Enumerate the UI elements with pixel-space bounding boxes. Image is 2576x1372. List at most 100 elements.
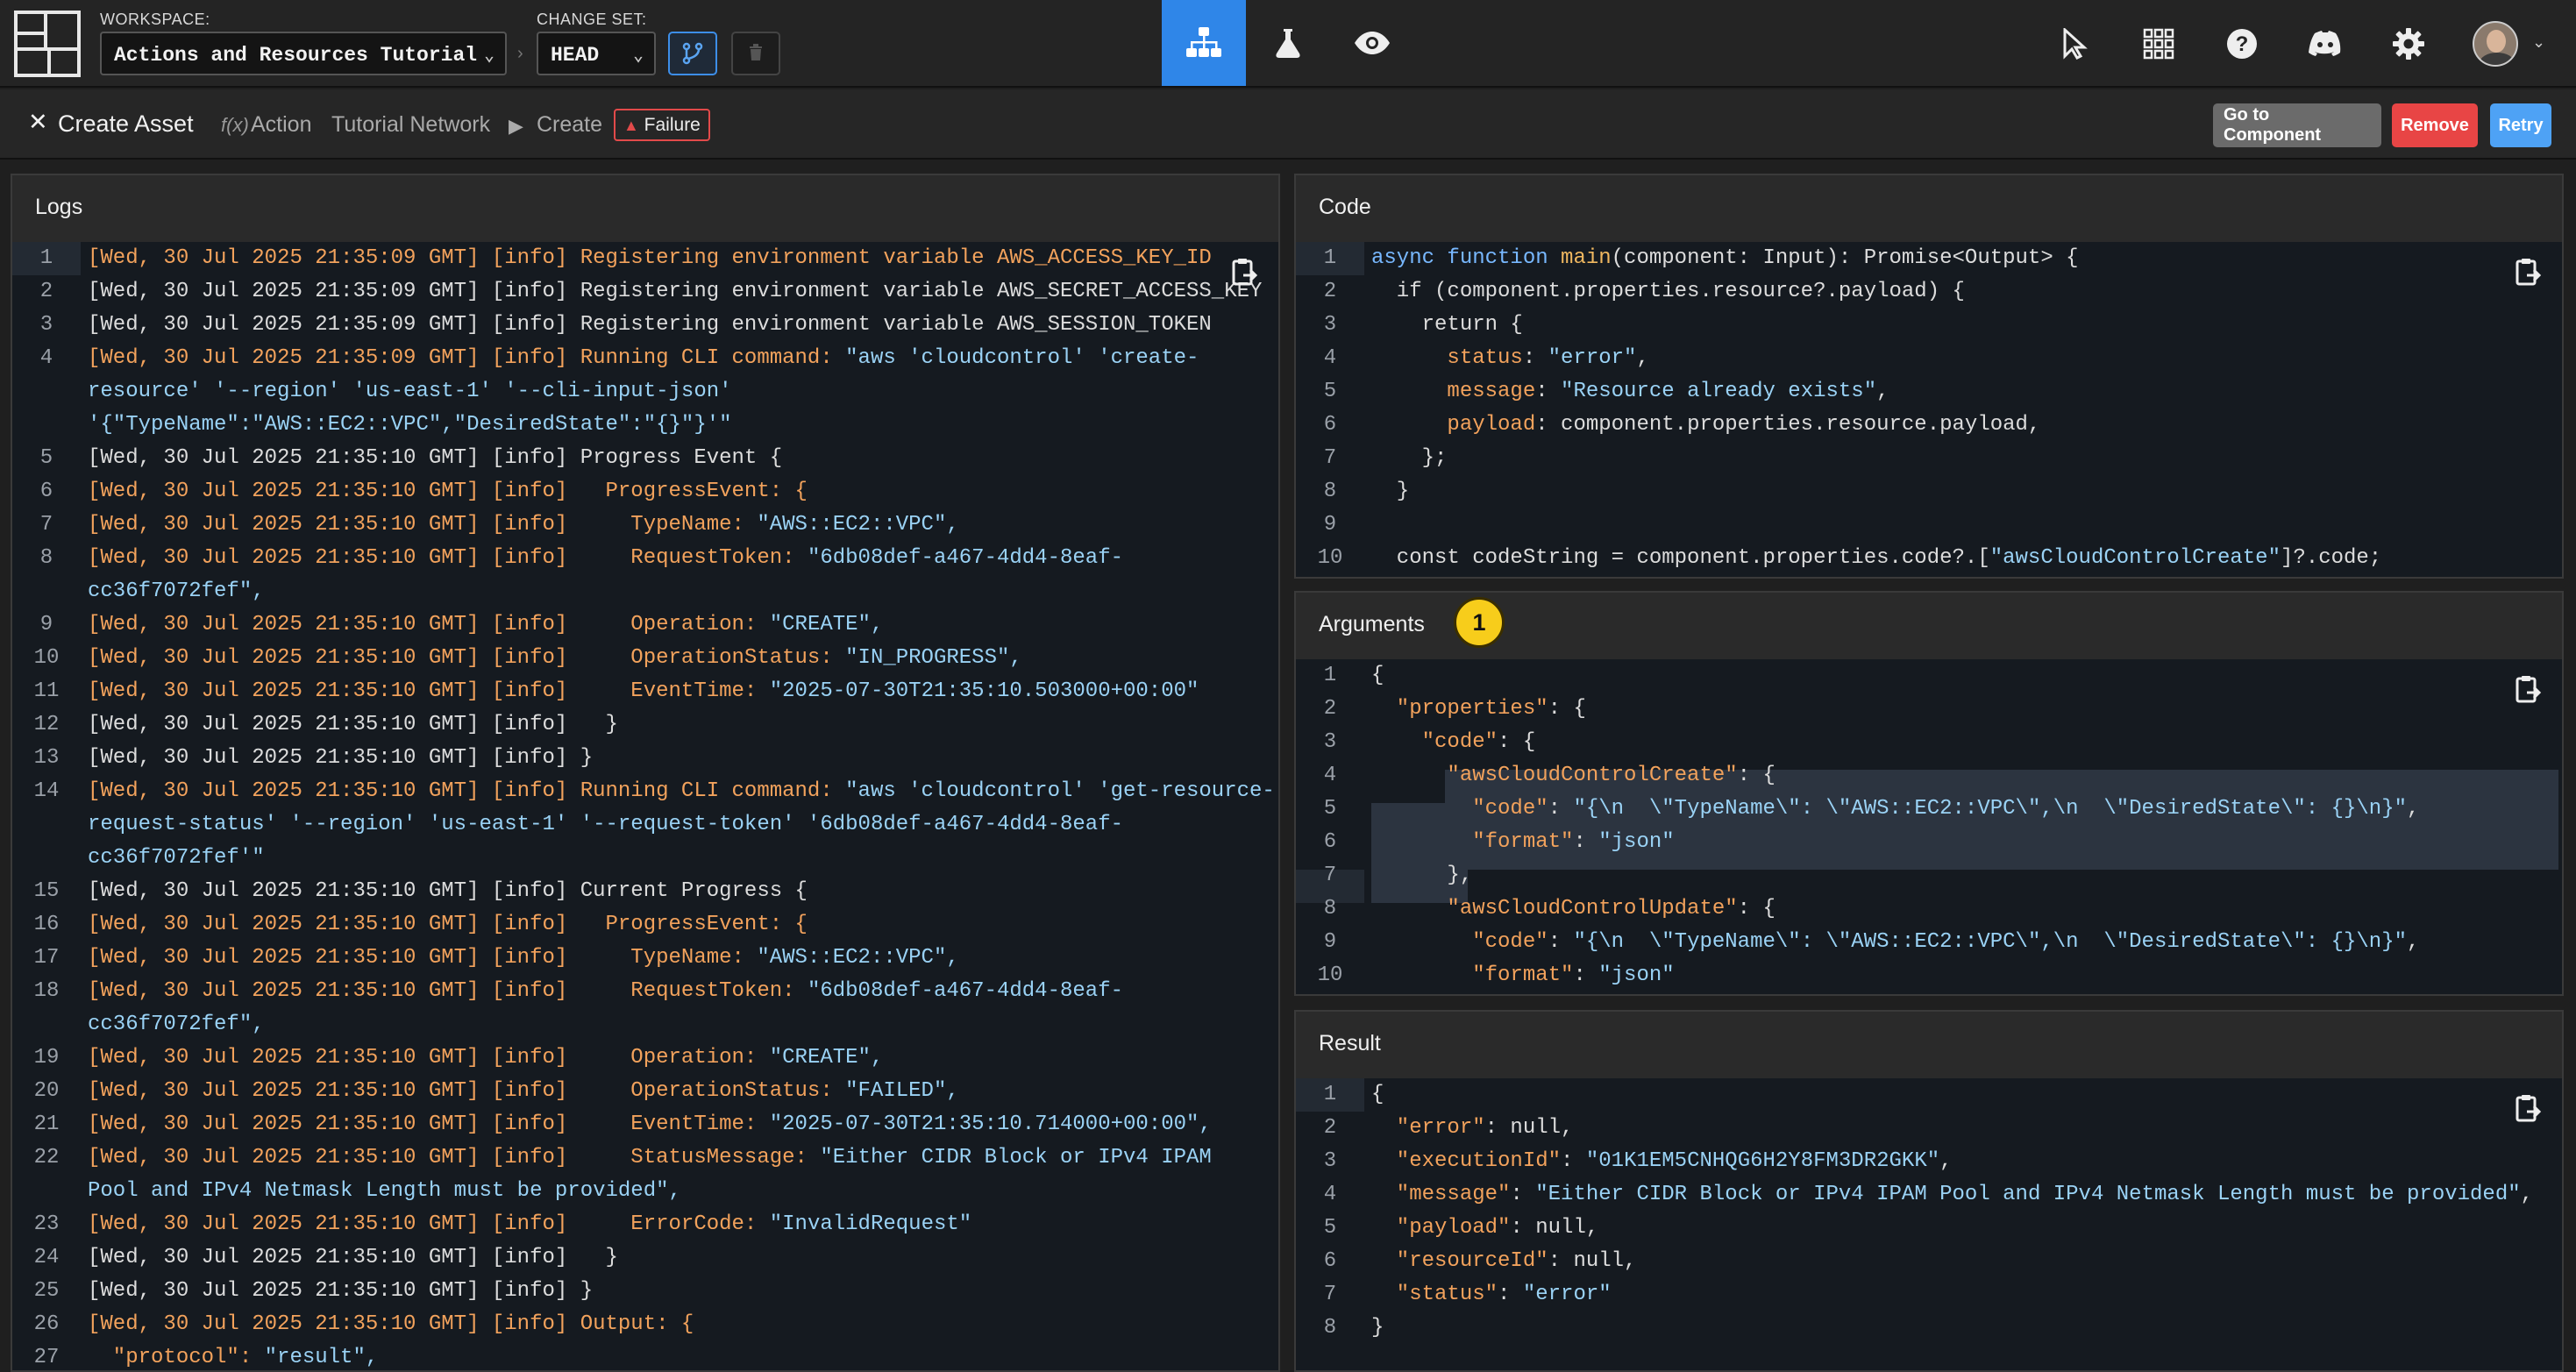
function-icon: f(x) xyxy=(221,114,249,136)
code-line: [Wed, 30 Jul 2025 21:35:10 GMT] [info] O… xyxy=(88,1308,694,1341)
go-to-component-button[interactable]: Go to Component xyxy=(2213,103,2381,147)
clipboard-icon[interactable] xyxy=(2511,673,2544,707)
code-token: resource' '--region' 'us-east-1' '--cli-… xyxy=(88,380,732,403)
workspace-select[interactable]: Actions and Resources Tutorial ⌄ xyxy=(100,32,507,75)
clipboard-icon[interactable] xyxy=(2511,256,2544,289)
result-code-view[interactable]: 1{2 "error": null, 3 "executionId": "01K1… xyxy=(1296,1078,2562,1370)
arguments-code-view[interactable]: 1{2 "properties": {3 "code": {4 "awsClou… xyxy=(1296,659,2562,994)
logo-icon[interactable] xyxy=(14,11,81,77)
code-token: "01K1EM5CNHQG6H2Y8FM3DR2GKK" xyxy=(1585,1149,1940,1173)
line-number: 1 xyxy=(1323,664,1337,687)
close-icon[interactable]: ✕ xyxy=(28,109,48,136)
code-token: [Wed, 30 Jul 2025 21:35:10 GMT] [info] P… xyxy=(88,913,808,936)
code-token: "awsCloudControlCreate" xyxy=(1989,546,2281,570)
line-number: 7 xyxy=(1323,1283,1337,1306)
workspace-label: WORKSPACE: xyxy=(100,11,210,28)
code-line: }, xyxy=(1371,859,1472,892)
code-line: "properties": { xyxy=(1371,693,1586,726)
changeset-select[interactable]: HEAD ⌄ xyxy=(537,32,656,75)
clipboard-icon[interactable] xyxy=(1228,256,1261,289)
flask-icon xyxy=(1276,29,1300,58)
avatar[interactable] xyxy=(2473,21,2518,67)
line-number: 5 xyxy=(1323,797,1337,821)
code-token: [Wed, 30 Jul 2025 21:35:10 GMT] [info] R… xyxy=(88,546,808,570)
new-changeset-button[interactable] xyxy=(668,32,717,75)
code-line: [Wed, 30 Jul 2025 21:35:10 GMT] [info] S… xyxy=(88,1141,1212,1175)
code-token: "{\n \"TypeName\": \"AWS::EC2::VPC\",\n … xyxy=(1573,797,2408,821)
code-line: '{"TypeName":"AWS::EC2::VPC","DesiredSta… xyxy=(88,409,732,442)
breadcrumb-component: Tutorial Network xyxy=(331,112,491,137)
code-token: "awsCloudControlCreate" xyxy=(1371,764,1738,787)
code-token: "code" xyxy=(1371,930,1548,954)
logs-panel-title: Logs xyxy=(12,175,1278,242)
result-panel-title: Result xyxy=(1296,1012,2562,1078)
retry-button[interactable]: Retry xyxy=(2490,103,2551,147)
line-number xyxy=(12,1008,81,1041)
code-token: , xyxy=(2407,930,2420,954)
code-token: "FAILED", xyxy=(845,1079,959,1103)
code-token: "protocol": xyxy=(88,1346,265,1369)
code-line: if (component.properties.resource?.paylo… xyxy=(1371,275,1965,309)
code-line: [Wed, 30 Jul 2025 21:35:10 GMT] [info] P… xyxy=(88,908,808,942)
line-number: 1 xyxy=(1323,1083,1337,1106)
code-token: "error" xyxy=(1548,346,1637,370)
code-token: "json" xyxy=(1598,830,1675,854)
line-number: 17 xyxy=(33,946,60,970)
line-number: 5 xyxy=(1323,1216,1337,1240)
code-view[interactable]: 1 async function main(component: Input): … xyxy=(1296,242,2562,577)
line-number: 2 xyxy=(1323,280,1337,303)
nav-customize-button[interactable] xyxy=(1246,0,1330,86)
gear-icon[interactable] xyxy=(2384,19,2433,68)
help-icon[interactable]: ? xyxy=(2217,19,2266,68)
line-number: 7 xyxy=(1323,446,1337,470)
nav-view-button[interactable] xyxy=(1330,0,1414,86)
code-panel: Code 1 async function main(component: Inp… xyxy=(1294,174,2564,579)
nav-model-button[interactable] xyxy=(1162,0,1246,86)
line-number: 2 xyxy=(1323,1116,1337,1140)
code-token: [Wed, 30 Jul 2025 21:35:10 GMT] [info] S… xyxy=(88,1146,821,1169)
status-badge: ▲ Failure xyxy=(614,109,710,141)
line-number: 8 xyxy=(1323,480,1337,503)
line-number: 14 xyxy=(33,779,60,803)
code-token: [Wed, 30 Jul 2025 21:35:09 GMT] [info] R… xyxy=(88,313,1212,337)
changeset-label: CHANGE SET: xyxy=(537,11,647,28)
code-token: Pool and IPv4 Netmask Length must be pro… xyxy=(88,1179,681,1203)
code-token: "resourceId" xyxy=(1371,1249,1548,1273)
clipboard-icon[interactable] xyxy=(2511,1092,2544,1126)
code-token: if (component.properties.resource?.paylo… xyxy=(1371,280,1965,303)
line-number: 4 xyxy=(1323,1183,1337,1206)
logs-code-view[interactable]: 1 [Wed, 30 Jul 2025 21:35:09 GMT] [info] … xyxy=(12,242,1278,1370)
line-number: 8 xyxy=(1323,1316,1337,1340)
code-line: "code": "{\n \"TypeName\": \"AWS::EC2::V… xyxy=(1371,793,2419,826)
code-token: status xyxy=(1371,346,1523,370)
code-line: { xyxy=(1371,659,1384,693)
code-line: [Wed, 30 Jul 2025 21:35:10 GMT] [info] C… xyxy=(88,875,808,908)
code-token: "format" xyxy=(1371,830,1574,854)
line-number: 27 xyxy=(33,1346,60,1369)
code-line: [Wed, 30 Jul 2025 21:35:10 GMT] [info] T… xyxy=(88,508,959,542)
line-number: 15 xyxy=(33,879,60,903)
code-token: "CREATE", xyxy=(769,1046,884,1070)
code-token: cc36f7072fef", xyxy=(88,579,265,603)
arguments-panel: Arguments 1{2 "properties": {3 "code": {… xyxy=(1294,591,2564,996)
code-line: [Wed, 30 Jul 2025 21:35:10 GMT] [info] E… xyxy=(88,675,1199,708)
remove-button[interactable]: Remove xyxy=(2392,103,2478,147)
code-token: }, xyxy=(1371,864,1473,887)
apps-grid-icon[interactable] xyxy=(2134,19,2183,68)
code-token: , xyxy=(2407,797,2420,821)
cursor-icon[interactable] xyxy=(2050,19,2099,68)
code-line: [Wed, 30 Jul 2025 21:35:10 GMT] [info] R… xyxy=(88,975,1123,1008)
code-line: "code": "{\n \"TypeName\": \"AWS::EC2::V… xyxy=(1371,926,2419,959)
discord-icon[interactable] xyxy=(2301,19,2350,68)
line-number xyxy=(12,575,81,608)
code-line: cc36f7072fef", xyxy=(88,1008,265,1041)
line-number: 7 xyxy=(39,513,53,537)
code-token: [Wed, 30 Jul 2025 21:35:10 GMT] [info] R… xyxy=(88,779,846,803)
code-token: async function xyxy=(1371,246,1562,270)
code-line: [Wed, 30 Jul 2025 21:35:10 GMT] [info] O… xyxy=(88,608,883,642)
delete-changeset-button[interactable] xyxy=(731,32,780,75)
chevron-down-icon[interactable]: ⌄ xyxy=(2532,33,2545,52)
chevron-down-icon: ⌄ xyxy=(632,46,644,67)
code-line: { xyxy=(1371,1078,1384,1112)
line-number: 9 xyxy=(1323,930,1337,954)
